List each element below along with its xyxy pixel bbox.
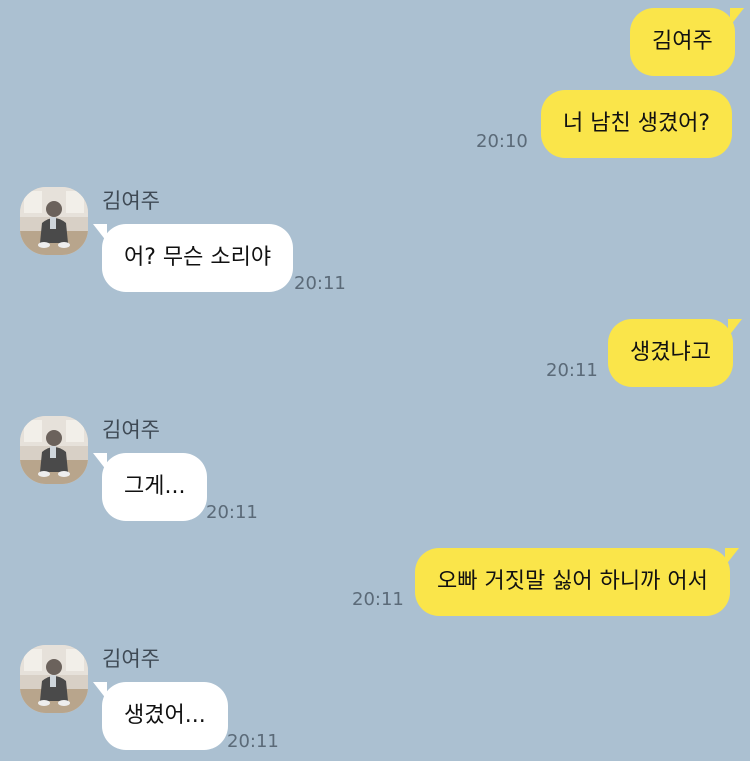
outgoing-message-bubble[interactable]: 너 남친 생겼어?: [541, 90, 733, 158]
message-text: 너 남친 생겼어?: [563, 111, 711, 136]
incoming-message-bubble[interactable]: 어? 무슨 소리야: [92, 224, 294, 292]
sender-avatar[interactable]: [20, 187, 88, 255]
message-timestamp: 20:11: [546, 360, 598, 381]
sender-name: 김여주: [102, 189, 160, 213]
avatar-photo-icon: [20, 416, 88, 484]
message-text: 생겼어...: [124, 703, 206, 728]
message-text: 그게...: [124, 474, 186, 499]
message-timestamp: 20:11: [352, 589, 404, 610]
incoming-message-bubble[interactable]: 생겼어...: [93, 682, 228, 750]
outgoing-message-bubble[interactable]: 생겼냐고: [608, 319, 733, 387]
message-timestamp: 20:11: [227, 731, 279, 752]
message-text: 김여주: [652, 29, 713, 54]
sender-avatar[interactable]: [20, 416, 88, 484]
message-timestamp: 20:10: [476, 131, 528, 152]
message-text: 오빠 거짓말 싫어 하니까 어서: [437, 569, 708, 594]
sender-avatar[interactable]: [20, 645, 88, 713]
chat-view: 김여주 20:10 너 남친 생겼어? 김여주 어? 무슨 소리야 20:11 …: [0, 0, 750, 761]
message-text: 생겼냐고: [630, 340, 711, 365]
incoming-message-bubble[interactable]: 그게...: [92, 453, 208, 521]
sender-name: 김여주: [102, 418, 160, 442]
sender-name: 김여주: [102, 647, 160, 671]
avatar-photo-icon: [20, 645, 88, 713]
outgoing-message-bubble[interactable]: 오빠 거짓말 싫어 하니까 어서: [415, 548, 730, 616]
message-text: 어? 무슨 소리야: [124, 245, 272, 270]
message-timestamp: 20:11: [206, 502, 258, 523]
message-timestamp: 20:11: [294, 273, 346, 294]
outgoing-message-bubble[interactable]: 김여주: [630, 8, 735, 76]
avatar-photo-icon: [20, 187, 88, 255]
